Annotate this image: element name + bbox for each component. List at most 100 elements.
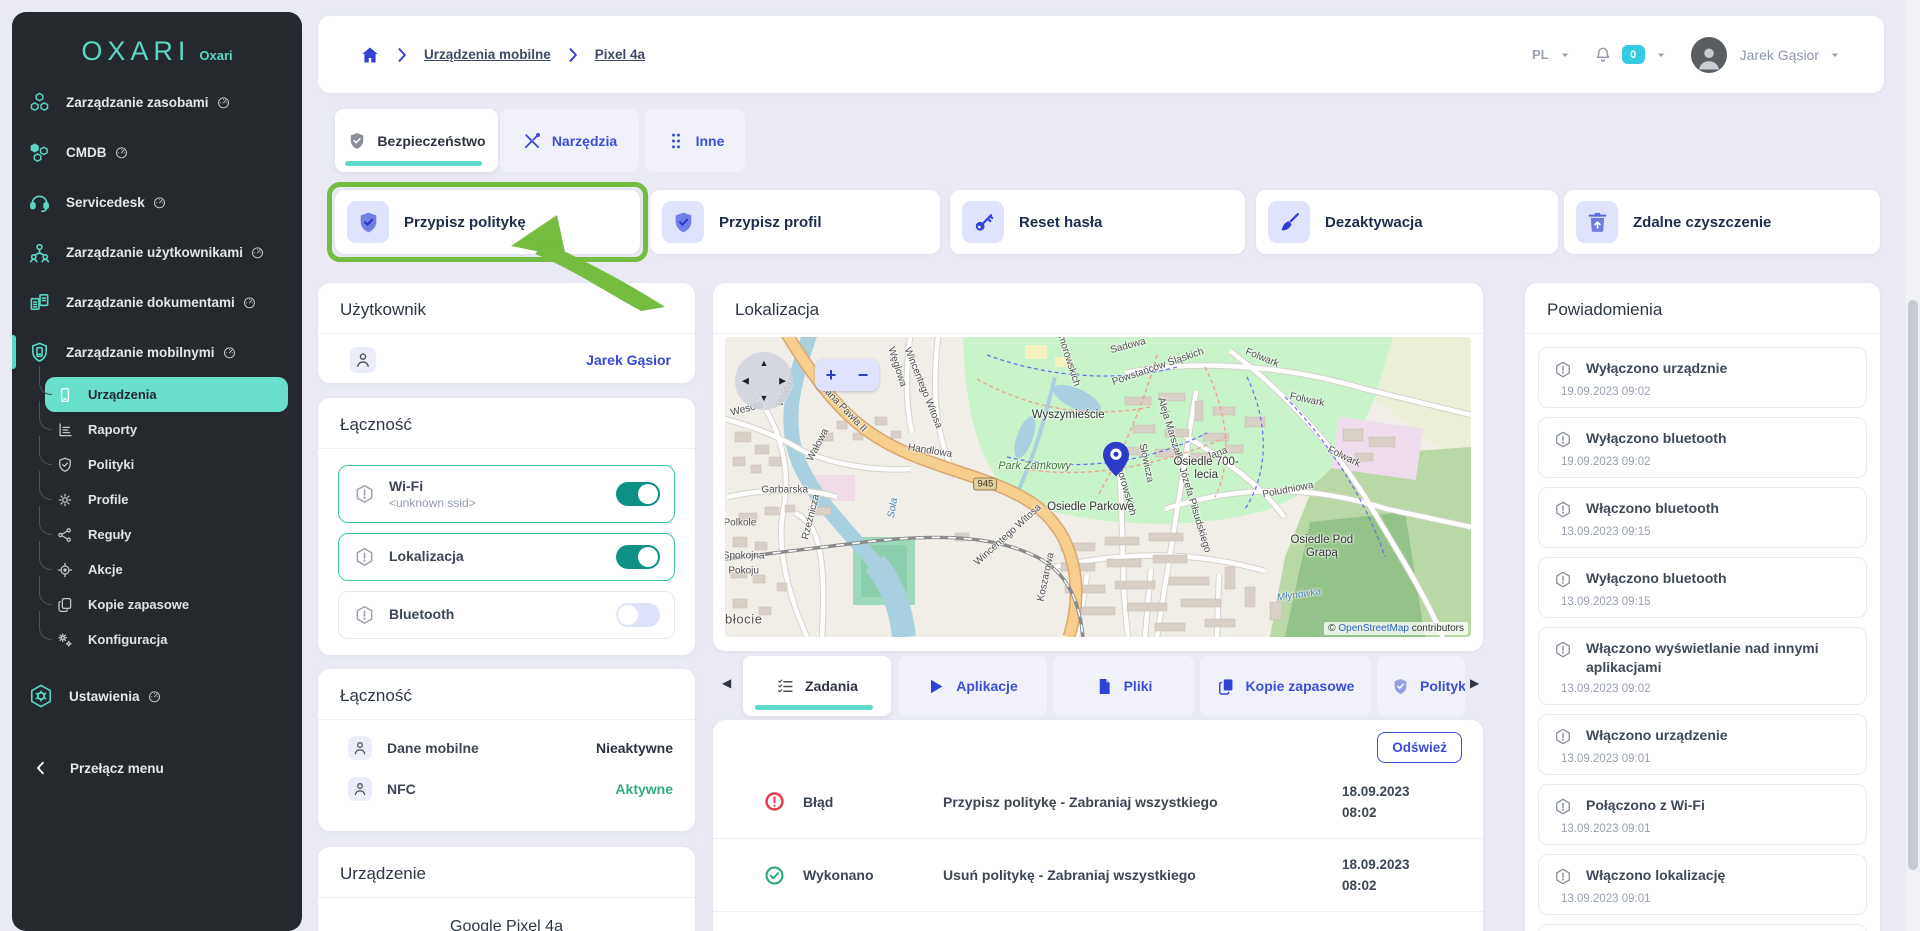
breadcrumb-link-device[interactable]: Pixel 4a (595, 47, 645, 62)
shield-check-fill-icon (662, 201, 704, 243)
pan-up-icon[interactable]: ▲ (760, 359, 769, 368)
pan-right-icon[interactable]: ▶ (779, 376, 786, 386)
sidebar-subitem[interactable]: Raporty (12, 401, 302, 447)
sidebar-item-settings[interactable]: Ustawienia (12, 671, 302, 721)
pan-left-icon[interactable]: ◀ (742, 376, 749, 386)
tab-label: Pliki (1123, 678, 1153, 694)
notification-item[interactable]: Włączono urządzenie 13.09.2023 09:01 (1538, 713, 1867, 775)
task-time: 08:02 (1342, 804, 1377, 820)
sidebar-subitem-label: Urządzenia (88, 387, 157, 402)
action-card[interactable]: Reset hasła (950, 190, 1245, 254)
device-tab[interactable]: Pliki (1053, 656, 1194, 716)
device-tab[interactable]: Polityk (1377, 656, 1465, 716)
file-icon (1095, 677, 1114, 696)
sidebar-item[interactable]: Servicedesk (12, 177, 302, 227)
sidebar-item[interactable]: Zarządzanie mobilnymi (12, 327, 302, 377)
task-row[interactable]: Wykonano Usuń politykę - Zabraniaj wszys… (713, 838, 1483, 911)
sidebar-toggle-menu[interactable]: Przełącz menu (12, 743, 302, 793)
action-card-highlighted[interactable]: Przypisz politykę (335, 190, 640, 254)
toggle-menu-label: Przełącz menu (70, 760, 164, 776)
app-window: OXARI Oxari Zarządzanie zasobami CMDB Se… (0, 0, 1920, 931)
sidebar-subitem[interactable]: Urządzenia (39, 366, 288, 412)
main-tab[interactable]: Bezpieczeństwo (335, 109, 498, 172)
device-tab[interactable]: Aplikacje (898, 656, 1047, 716)
card-title: Lokalizacja (735, 300, 820, 319)
device-icon (56, 386, 74, 404)
caret-down-icon[interactable] (1828, 48, 1842, 62)
toggle-row: Lokalizacja (338, 533, 675, 581)
task-description: Usuń politykę - Zabraniaj wszystkiego (943, 867, 1196, 883)
notification-item[interactable]: Wyłączono bluetooth 13.09.2023 09:15 (1538, 557, 1867, 618)
toggle-switch[interactable] (616, 482, 660, 506)
avatar[interactable] (1690, 36, 1727, 73)
scrollbar-thumb[interactable] (1908, 300, 1918, 870)
zoom-out-button[interactable]: − (858, 366, 869, 384)
map-pan-control[interactable]: ▲ ▼ ◀ ▶ (735, 352, 793, 410)
action-card[interactable]: Dezaktywacja (1256, 190, 1558, 254)
toggle-switch[interactable] (616, 603, 660, 627)
hex-warn-icon (1553, 360, 1573, 380)
notification-item[interactable]: Włączono lokalizację 13.09.2023 09:01 (1538, 853, 1867, 915)
bell-icon[interactable] (1593, 45, 1613, 65)
zoom-in-button[interactable]: + (826, 366, 837, 384)
toggle-switch[interactable] (616, 545, 660, 569)
notification-badge[interactable]: 0 (1621, 45, 1645, 64)
task-status: Błąd (803, 793, 834, 810)
grid-icon (666, 131, 686, 151)
action-card[interactable]: Przypisz profil (650, 190, 940, 254)
breadcrumb-link-mobile-devices[interactable]: Urządzenia mobilne (424, 47, 551, 62)
sidebar-subitem[interactable]: Profile (12, 471, 302, 517)
notification-item[interactable]: Wyłączono bluetooth 19.09.2023 09:02 (1538, 417, 1867, 478)
osm-link[interactable]: OpenStreetMap (1338, 623, 1409, 634)
sidebar-item-label: Servicedesk (66, 194, 145, 210)
sidebar-subitem[interactable]: Akcje (12, 541, 302, 587)
notification-item[interactable]: Włączono wyświetlanie nad innymi aplikac… (1538, 627, 1867, 705)
language-selector[interactable]: PL (1532, 47, 1549, 62)
sidebar-item[interactable]: Zarządzanie dokumentami (12, 277, 302, 327)
main-tab[interactable]: Narzędzia (500, 109, 639, 172)
user-menu[interactable]: Jarek Gąsior (1740, 47, 1819, 63)
device-tab[interactable]: Kopie zapasowe (1200, 656, 1371, 716)
hex-warn-icon (1553, 640, 1573, 660)
sidebar-subitem-label: Akcje (88, 562, 123, 577)
avatar-icon (1694, 37, 1724, 72)
settings-icon (28, 683, 54, 709)
app-logo[interactable]: OXARI Oxari (12, 12, 302, 77)
notification-item[interactable]: Włączono bluetooth 13.09.2023 09:15 (1538, 487, 1867, 548)
home-icon[interactable] (360, 45, 380, 65)
refresh-button[interactable]: Odśwież (1377, 732, 1462, 763)
tab-label: Polityk (1420, 678, 1465, 694)
sidebar-subitem[interactable]: Kopie zapasowe (12, 576, 302, 622)
pan-down-icon[interactable]: ▼ (760, 394, 769, 403)
notification-item[interactable]: Wyłączono urządznie 19.09.2023 09:02 (1538, 347, 1867, 408)
person-icon (350, 347, 376, 373)
main-tab[interactable]: Inne (645, 109, 745, 172)
tabs-scroll-left[interactable]: ◀ (722, 676, 736, 694)
task-row[interactable]: Wykonano Przypisz politykę - Zabraniaj w… (713, 911, 1483, 931)
caret-down-icon[interactable] (1558, 48, 1572, 62)
person-icon (348, 736, 372, 760)
sidebar-subitem[interactable]: Reguły (12, 506, 302, 552)
user-card: Użytkownik Jarek Gąsior (318, 283, 695, 383)
caret-down-icon[interactable] (1654, 48, 1668, 62)
action-card[interactable]: Zdalne czyszczenie (1564, 190, 1880, 254)
sidebar-subitem[interactable]: Konfiguracja (12, 611, 302, 657)
user-link[interactable]: Jarek Gąsior (586, 352, 671, 368)
tabs-scroll-right[interactable]: ▶ (1470, 676, 1484, 694)
notification-item[interactable]: Włączono bluetooth (1538, 923, 1867, 931)
notification-item[interactable]: Połączono z Wi-Fi 13.09.2023 09:01 (1538, 783, 1867, 845)
notification-date: 13.09.2023 09:01 (1561, 752, 1651, 765)
scrollbar-track[interactable] (1906, 0, 1920, 931)
sidebar-item[interactable]: Zarządzanie użytkownikami (12, 227, 302, 277)
gauge-icon (152, 195, 167, 210)
map[interactable]: WesołaWodaWałowaGarbarskaRzeźniczaJana P… (725, 337, 1471, 637)
trash-up-icon (1576, 201, 1618, 243)
notification-title: Wyłączono bluetooth (1586, 570, 1727, 586)
gauge-icon (114, 145, 129, 160)
task-row[interactable]: Błąd Przypisz politykę - Zabraniaj wszys… (713, 765, 1483, 838)
sidebar-item[interactable]: CMDB (12, 127, 302, 177)
header-controls: PL 0 Jarek Gąsior (1532, 36, 1884, 73)
sidebar-item[interactable]: Zarządzanie zasobami (12, 77, 302, 127)
sidebar-subitem[interactable]: Polityki (12, 436, 302, 482)
device-tab[interactable]: Zadania (743, 656, 891, 716)
